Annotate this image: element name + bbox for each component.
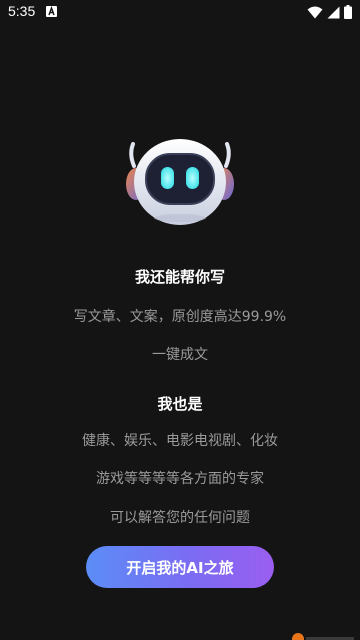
about-line-1: 健康、娱乐、电影电视剧、化妆: [82, 433, 278, 449]
robot-icon: [122, 136, 238, 228]
status-bar: 5:35: [0, 0, 360, 24]
font-a-icon: [46, 6, 57, 17]
start-ai-journey-button[interactable]: 开启我的AI之旅: [86, 546, 274, 588]
signal-icon: [327, 6, 340, 19]
battery-icon: [344, 5, 352, 19]
status-icons: [307, 5, 352, 19]
status-time: 5:35: [8, 3, 36, 19]
intro-line-1: 写文章、文案，原创度高达99.9%: [73, 309, 287, 325]
intro-line-2: 一键成文: [152, 347, 208, 363]
about-heading: 我也是: [157, 395, 203, 413]
about-line-2: 游戏等等等等各方面的专家: [96, 471, 264, 487]
wifi-icon: [307, 6, 323, 19]
nav-indicator: [292, 633, 304, 640]
about-line-3: 可以解答您的任何问题: [110, 510, 250, 526]
intro-heading: 我还能帮你写: [134, 268, 225, 286]
